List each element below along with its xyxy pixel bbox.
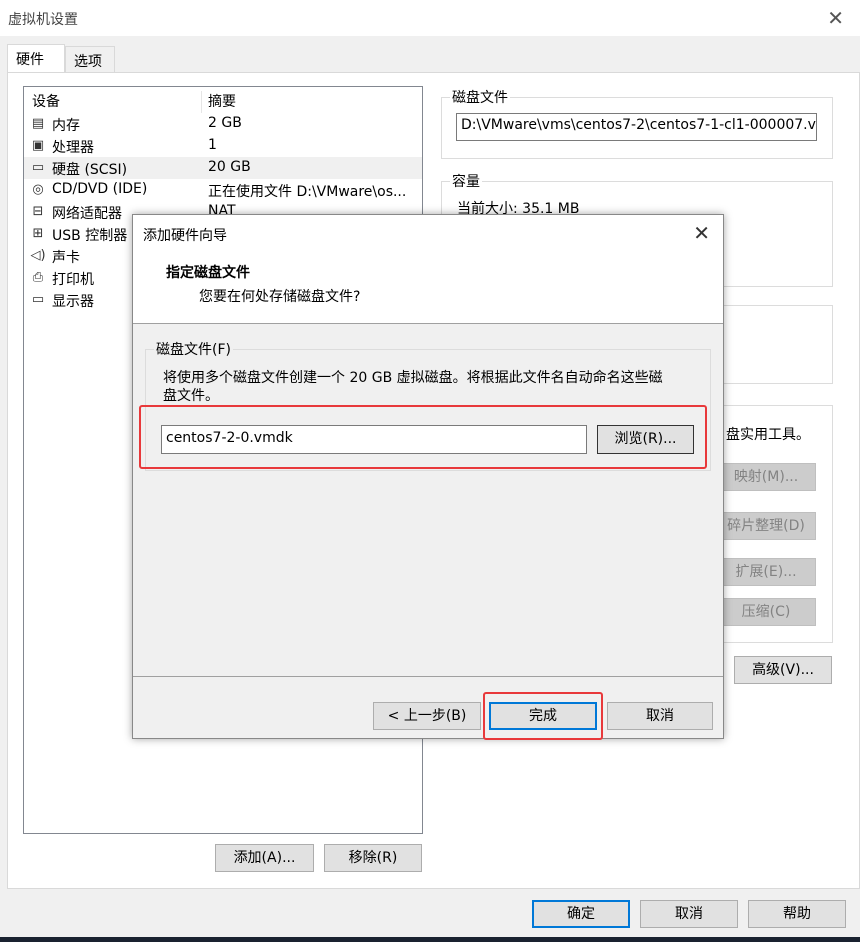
- usb-icon: ⊞: [32, 226, 44, 241]
- window-title: 虚拟机设置: [8, 12, 78, 28]
- finish-highlight-box: [483, 692, 603, 740]
- wizard-description-line2: 盘文件。: [163, 388, 219, 404]
- printer-icon: ⎙: [32, 270, 44, 285]
- column-divider[interactable]: [201, 91, 202, 113]
- wizard-disk-file-group-label: 磁盘文件(F): [154, 339, 233, 359]
- processor-icon: ▣: [31, 138, 45, 153]
- capacity-group-label: 容量: [450, 171, 482, 191]
- wizard-subheading: 您要在何处存储磁盘文件?: [199, 289, 361, 305]
- summary-column-header[interactable]: 摘要: [208, 91, 236, 111]
- memory-icon: ▤: [31, 116, 45, 131]
- wizard-cancel-button[interactable]: 取消: [607, 702, 713, 730]
- device-summary: 20 GB: [208, 159, 251, 175]
- device-name: USB 控制器: [52, 228, 128, 244]
- device-name: 网络适配器: [52, 206, 122, 222]
- device-name: 处理器: [52, 140, 94, 156]
- cd-icon: ◎: [32, 182, 44, 197]
- defragment-button[interactable]: 碎片整理(D): [716, 512, 816, 540]
- disk-file-group-label: 磁盘文件: [450, 87, 510, 107]
- compact-button[interactable]: 压缩(C): [716, 598, 816, 626]
- map-button[interactable]: 映射(M)...: [716, 463, 816, 491]
- device-name: 声卡: [52, 250, 80, 266]
- device-list-header: 设备 摘要: [24, 91, 422, 113]
- wizard-header: 指定磁盘文件 您要在何处存储磁盘文件?: [133, 252, 723, 324]
- device-name: 打印机: [52, 272, 94, 288]
- close-icon[interactable]: ✕: [827, 6, 844, 30]
- tab-options[interactable]: 选项: [65, 46, 115, 72]
- wizard-footer-separator: [133, 676, 723, 677]
- remove-button[interactable]: 移除(R): [324, 844, 422, 872]
- wizard-title-bar: 添加硬件向导 ✕: [133, 215, 723, 252]
- wizard-heading: 指定磁盘文件: [166, 265, 250, 281]
- ok-button[interactable]: 确定: [532, 900, 630, 928]
- device-row-memory[interactable]: ▤ 内存 2 GB: [24, 113, 422, 135]
- device-summary: 正在使用文件 D:\VMware\os...: [208, 184, 407, 200]
- add-hardware-wizard-dialog: 添加硬件向导 ✕ 指定磁盘文件 您要在何处存储磁盘文件? 磁盘文件(F) 将使用…: [132, 214, 724, 740]
- expand-button[interactable]: 扩展(E)...: [716, 558, 816, 586]
- monitor-icon: ▭: [31, 292, 45, 307]
- tab-hardware[interactable]: 硬件: [7, 44, 65, 72]
- wizard-title: 添加硬件向导: [143, 228, 227, 244]
- disk-file-path-field[interactable]: D:\VMware\vms\centos7-2\centos7-1-cl1-00…: [456, 113, 817, 141]
- speaker-icon: ◁): [30, 248, 46, 263]
- filename-highlight-box: [139, 405, 707, 469]
- harddisk-icon: ▭: [31, 160, 45, 175]
- advanced-button[interactable]: 高级(V)...: [734, 656, 832, 684]
- wizard-description-line1: 将使用多个磁盘文件创建一个 20 GB 虚拟磁盘。将根据此文件名自动命名这些磁: [163, 370, 663, 386]
- title-bar: 虚拟机设置 ✕: [0, 0, 860, 36]
- device-name: 显示器: [52, 294, 94, 310]
- close-icon[interactable]: ✕: [693, 221, 710, 245]
- disk-utilities-text: 盘实用工具。: [726, 427, 810, 443]
- device-name: 内存: [52, 118, 80, 134]
- device-column-header[interactable]: 设备: [32, 91, 60, 111]
- device-summary: 2 GB: [208, 115, 242, 131]
- back-button[interactable]: < 上一步(B): [373, 702, 481, 730]
- cancel-button[interactable]: 取消: [640, 900, 738, 928]
- help-button[interactable]: 帮助: [748, 900, 846, 928]
- device-row-cddvd[interactable]: ◎ CD/DVD (IDE) 正在使用文件 D:\VMware\os...: [24, 179, 422, 201]
- device-name: 硬盘 (SCSI): [52, 162, 128, 178]
- device-name: CD/DVD (IDE): [52, 181, 148, 197]
- device-row-processor[interactable]: ▣ 处理器 1: [24, 135, 422, 157]
- add-button[interactable]: 添加(A)...: [215, 844, 314, 872]
- device-summary: 1: [208, 137, 217, 153]
- device-row-harddisk[interactable]: ▭ 硬盘 (SCSI) 20 GB: [24, 157, 422, 179]
- network-icon: ⊟: [32, 204, 44, 219]
